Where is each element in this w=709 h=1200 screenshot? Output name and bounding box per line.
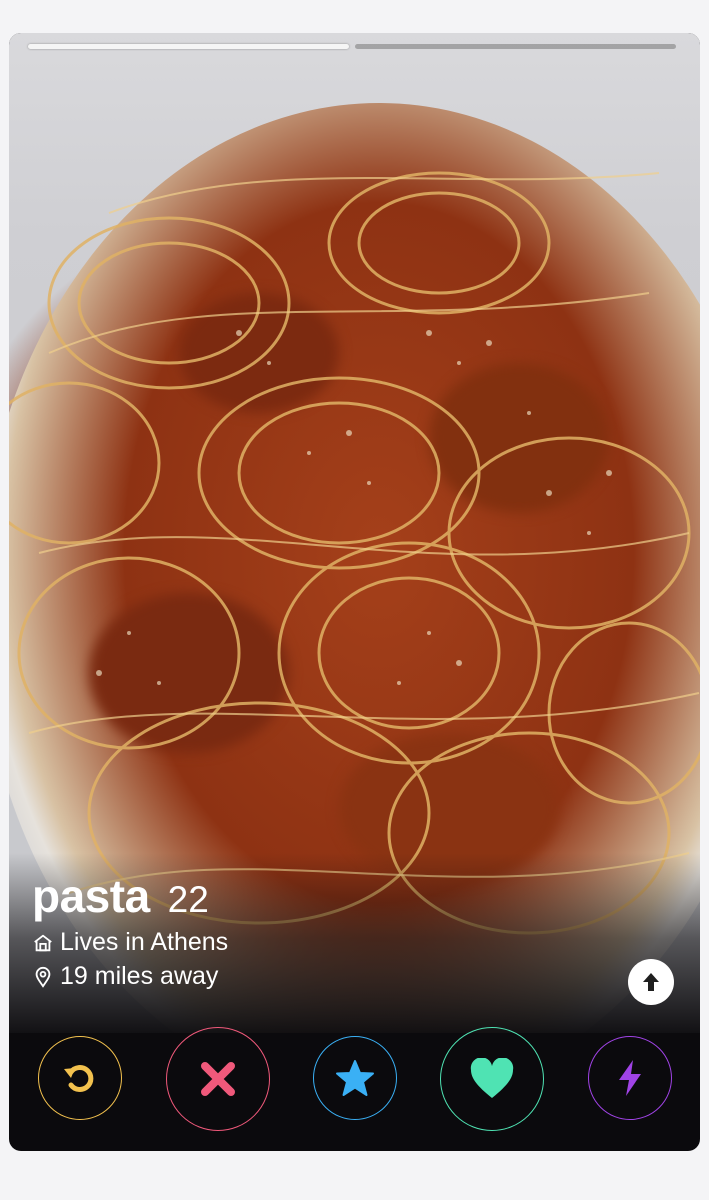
name-row: pasta 22 [32,869,228,923]
profile-card[interactable]: pasta 22 Lives in Athens 19 miles away [9,33,700,1151]
action-bar [9,1027,700,1131]
super-like-button[interactable] [313,1036,397,1120]
profile-name: pasta [32,870,150,922]
lightning-icon [619,1060,641,1096]
profile-age: 22 [167,879,209,920]
rewind-button[interactable] [38,1036,122,1120]
distance-row: 19 miles away [32,962,228,991]
up-arrow-icon [643,973,659,991]
photo-progress-bar [28,44,676,49]
nope-button[interactable] [166,1027,270,1131]
open-profile-button[interactable] [628,959,674,1005]
distance-text: 19 miles away [60,962,219,990]
location-pin-icon [35,966,51,988]
lives-in-text: Lives in Athens [60,928,229,956]
heart-icon [470,1058,514,1098]
rewind-icon [64,1065,94,1092]
home-icon [34,934,52,951]
profile-info: pasta 22 Lives in Athens 19 miles away [32,869,228,991]
boost-button[interactable] [588,1036,672,1120]
x-icon [201,1062,235,1096]
star-icon [336,1060,374,1096]
like-button[interactable] [440,1027,544,1131]
photo-progress-segment[interactable] [355,44,676,49]
photo-progress-segment-active[interactable] [28,44,349,49]
lives-in-row: Lives in Athens [32,928,228,957]
